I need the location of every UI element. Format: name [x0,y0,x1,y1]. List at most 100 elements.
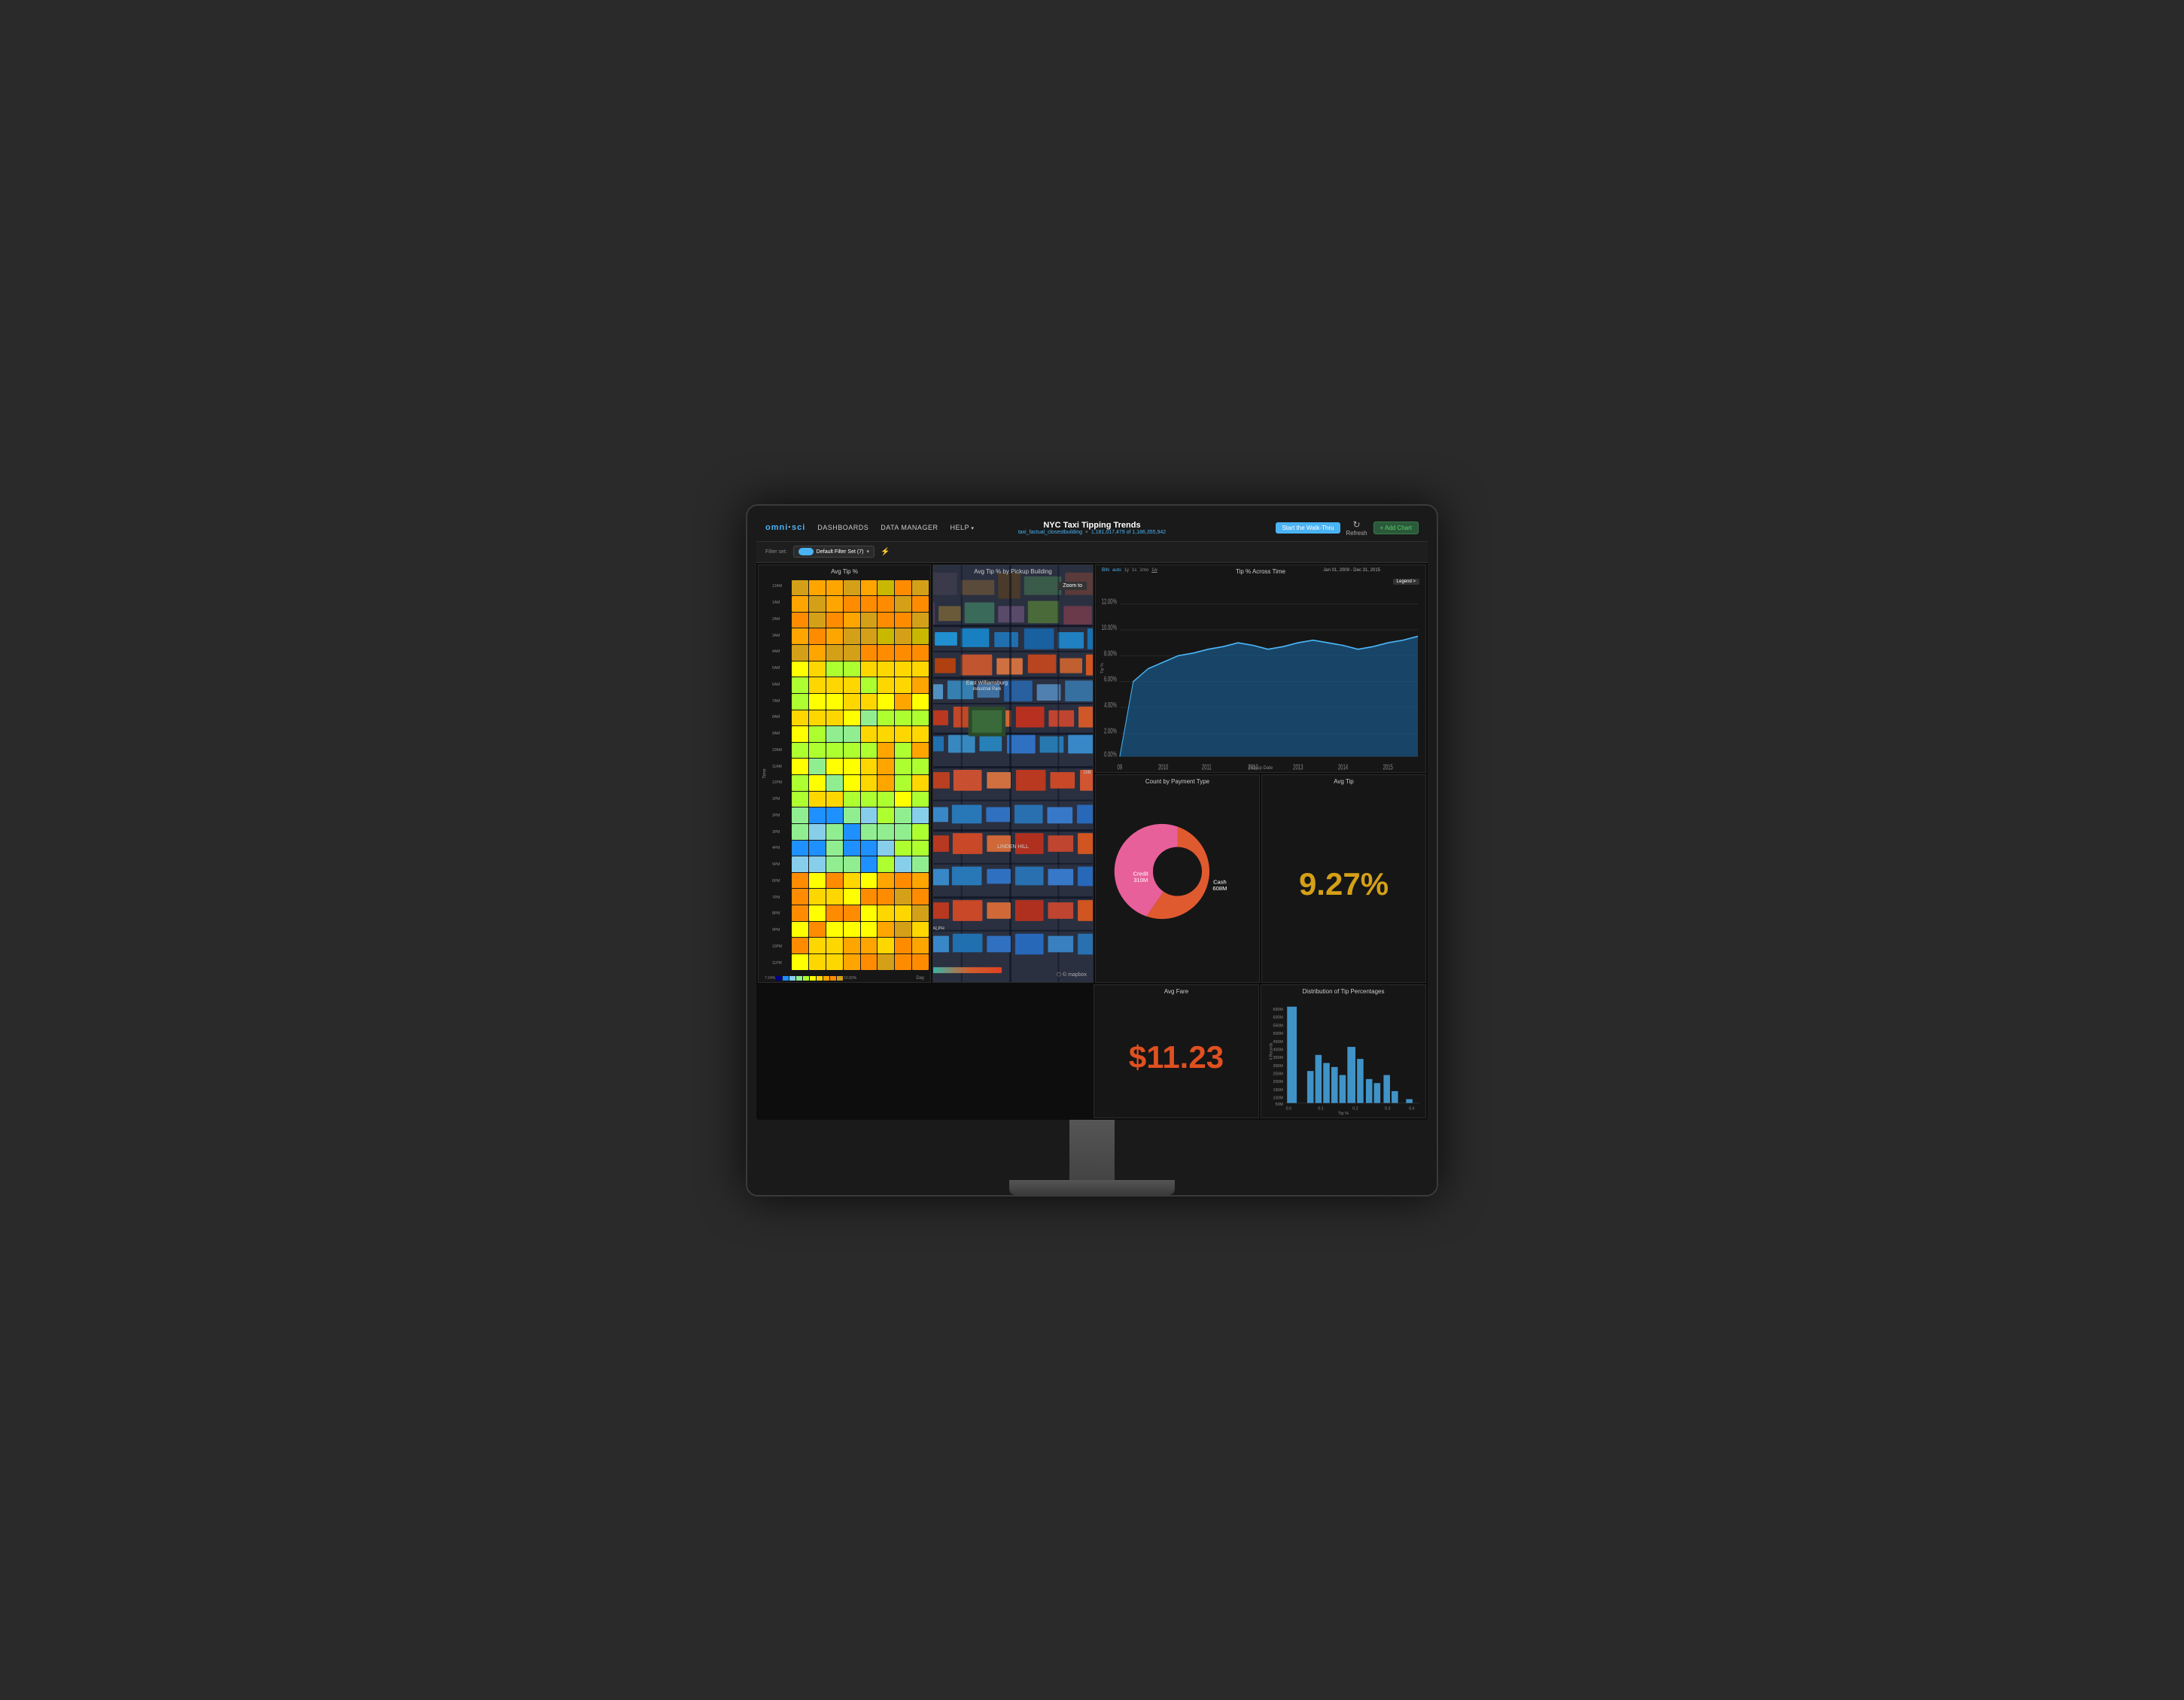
filter-select[interactable]: Default Filter Set (7) ▾ [793,546,875,558]
svg-text:400M: 400M [1273,1048,1283,1052]
heatmap-cell-r3-c7 [912,628,929,644]
y-label-10am: 10AM [772,748,789,753]
legend-button[interactable]: Legend > [1393,579,1419,585]
svg-text:0.00%: 0.00% [1104,749,1117,758]
svg-text:450M: 450M [1273,1039,1283,1044]
1y-control[interactable]: 1y [1124,568,1129,573]
heatmap-cell-r7-c5 [878,694,894,710]
heatmap-cell-r18-c7 [912,873,929,889]
heatmap-cell-r1-c4 [861,596,878,612]
histogram-svg: 650M 600M 550M 500M 450M 400M 350M 300M … [1261,999,1425,1112]
heatmap-cell-r22-c5 [878,938,894,953]
heatmap-cell-r7-c3 [844,694,860,710]
heatmap-cell-r2-c0 [792,613,808,628]
heatmap-cell-r8-c0 [792,710,808,726]
heatmap-cell-r11-c5 [878,759,894,774]
heatmap-cell-r10-c3 [844,743,860,759]
filter-bar: Filter set: Default Filter Set (7) ▾ ⚡ [756,542,1428,563]
heatmap-cell-r13-c7 [912,792,929,807]
svg-text:2.00%: 2.00% [1104,725,1117,734]
map-zoom-button[interactable]: Zoom to [1058,582,1087,590]
svg-text:50M: 50M [1275,1102,1282,1107]
heatmap-cell-r17-c4 [861,856,878,872]
refresh-button[interactable]: ↻ Refresh [1346,519,1367,537]
heatmap-cell-r6-c0 [792,677,808,693]
svg-text:250M: 250M [1273,1072,1283,1076]
heatmap-cell-r6-c6 [895,677,911,693]
1w-control[interactable]: 1w [1151,568,1157,573]
heatmap-cell-r1-c6 [895,596,911,612]
heatmap-title: Avg Tip % [759,565,930,576]
heatmap-cell-r18-c2 [826,873,843,889]
subtitle-count: 1,181,017,479 of 1,186,355,942 [1091,530,1166,535]
nav-dashboards[interactable]: DASHBOARDS [817,524,868,531]
y-label-6am: 6AM [772,683,789,687]
heatmap-cell-r18-c3 [844,873,860,889]
y-label-7pm: 7PM [772,896,789,900]
legend-color-cell [810,976,816,981]
heatmap-cell-r12-c4 [861,775,878,791]
heatmap-cell-r9-c6 [895,726,911,742]
filter-icon[interactable]: ⚡ [881,548,890,556]
heatmap-cell-r19-c1 [809,889,826,905]
svg-text:2013: 2013 [1293,762,1303,771]
heatmap-cell-r22-c3 [844,938,860,953]
legend-color-cell [817,976,823,981]
legend-color-cell [803,976,809,981]
monitor: omni·sci DASHBOARDS DATA MANAGER HELP NY… [746,504,1438,1197]
1mo-control[interactable]: 1mo [1139,568,1148,573]
heatmap-cell-r18-c6 [895,873,911,889]
legend-color-cell [796,976,802,981]
heatmap-cell-r10-c2 [826,743,843,759]
heatmap-cell-r4-c7 [912,645,929,661]
bin-control[interactable]: BIN [1102,568,1109,573]
heatmap-cell-r21-c4 [861,922,878,938]
heatmap-cell-r6-c5 [878,677,894,693]
add-chart-button[interactable]: + Add Chart [1373,522,1419,534]
timeseries-svg: 12.00% 10.00% 8.00% 6.00% 4.00% 2.00% 0.… [1096,565,1425,772]
dashboard-title: NYC Taxi Tipping Trends [1018,521,1166,530]
heatmap-cell-r14-c6 [895,807,911,823]
svg-text:650M: 650M [1273,1008,1283,1012]
heatmap-cell-r17-c0 [792,856,808,872]
heatmap-cell-r10-c6 [895,743,911,759]
heatmap-cell-r11-c0 [792,759,808,774]
svg-text:150M: 150M [1273,1087,1283,1092]
donut-svg: Credit 310M Cash 608M [1096,789,1259,954]
heatmap-cell-r9-c2 [826,726,843,742]
y-label-4am: 4AM [772,649,789,654]
heatmap-cell-r1-c5 [878,596,894,612]
walk-thru-button[interactable]: Start the Walk-Thru [1276,522,1340,534]
y-label-5am: 5AM [772,666,789,671]
legend-color-cell [823,976,829,981]
svg-text:09: 09 [1118,762,1123,771]
heatmap-cell-r2-c3 [844,613,860,628]
svg-text:DIB: DIB [1084,771,1091,775]
heatmap-cell-r4-c2 [826,645,843,661]
heatmap-cell-r17-c1 [809,856,826,872]
heatmap-cell-r21-c1 [809,922,826,938]
heatmap-cell-r20-c7 [912,905,929,921]
auto-control[interactable]: auto [1112,568,1121,573]
heatmap-cell-r14-c2 [826,807,843,823]
heatmap-cell-r20-c3 [844,905,860,921]
1s-control[interactable]: 1s [1132,568,1136,573]
avg-fare-metric: $11.23 [1094,1000,1258,1115]
map-svg: East Williamsburg Industrial Park LINDEN… [933,565,1093,982]
legend-color-cell [776,976,782,981]
nav-data-manager[interactable]: DATA MANAGER [881,524,938,531]
heatmap-legend: 7.24% 10.83% [765,976,856,981]
heatmap-cell-r5-c5 [878,661,894,677]
heatmap-cell-r9-c7 [912,726,929,742]
nav-help[interactable]: HELP [950,524,974,531]
histogram-y-label: # Records [1269,1042,1273,1060]
filter-toggle[interactable] [798,548,814,555]
heatmap-cell-r19-c0 [792,889,808,905]
heatmap-cell-r23-c6 [895,954,911,970]
heatmap-cell-r22-c0 [792,938,808,953]
svg-text:500M: 500M [1273,1032,1283,1036]
heatmap-cell-r19-c4 [861,889,878,905]
heatmap-cell-r23-c1 [809,954,826,970]
heatmap-cell-r22-c1 [809,938,826,953]
heatmap-cell-r12-c7 [912,775,929,791]
